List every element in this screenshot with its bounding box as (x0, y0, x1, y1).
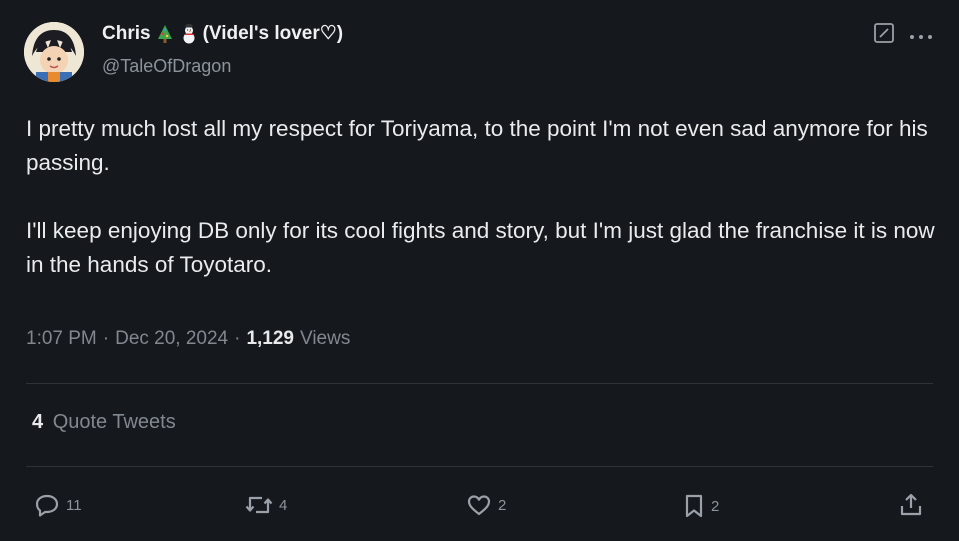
like-button[interactable]: 2 (466, 493, 506, 517)
tweet-time[interactable]: 1:07 PM (26, 328, 97, 350)
bookmark-icon (683, 493, 705, 519)
share-button[interactable] (899, 492, 923, 518)
heart-icon (466, 493, 492, 517)
retweet-button[interactable]: 4 (245, 493, 287, 517)
like-count: 2 (498, 496, 507, 514)
quote-tweets-link[interactable]: 4 Quote Tweets (32, 411, 176, 434)
bookmark-button[interactable]: 2 (683, 493, 719, 519)
display-name-suffix[interactable]: (Videl's lover♡) (203, 22, 344, 45)
action-bar: 11 4 2 2 (0, 486, 959, 526)
snowman-icon (179, 23, 199, 44)
meta-separator: · (102, 328, 110, 349)
reply-count: 11 (66, 496, 82, 514)
reply-icon (34, 493, 60, 517)
more-icon[interactable] (909, 23, 933, 43)
views-count: 1,129 (246, 328, 294, 349)
views-label: Views (300, 328, 351, 349)
display-name[interactable]: Chris (102, 23, 151, 45)
quote-count: 4 (32, 411, 44, 433)
user-name-row[interactable]: Chris (Videl's lover♡) (102, 22, 343, 45)
user-handle[interactable]: @TaleOfDragon (102, 56, 231, 77)
meta-separator: · (234, 328, 241, 349)
retweet-icon (245, 493, 273, 517)
retweet-count: 4 (279, 496, 288, 514)
share-icon (899, 492, 923, 518)
quote-label: Quote Tweets (52, 411, 176, 433)
divider (26, 383, 933, 384)
bookmark-count: 2 (711, 497, 720, 515)
divider (26, 466, 933, 467)
header-actions (873, 22, 933, 44)
tweet-text: I pretty much lost all my respect for To… (26, 112, 941, 282)
avatar[interactable] (24, 22, 84, 82)
tweet-paragraph: I'll keep enjoying DB only for its cool … (26, 218, 935, 277)
christmas-tree-icon (155, 24, 175, 44)
tweet-date[interactable]: Dec 20, 2024 (115, 328, 228, 350)
tweet-paragraph: I pretty much lost all my respect for To… (26, 116, 928, 175)
tweet-meta: 1:07 PM · Dec 20, 2024 · 1,129 Views (26, 328, 350, 350)
reply-button[interactable]: 11 (34, 493, 82, 517)
edit-icon[interactable] (873, 22, 895, 44)
